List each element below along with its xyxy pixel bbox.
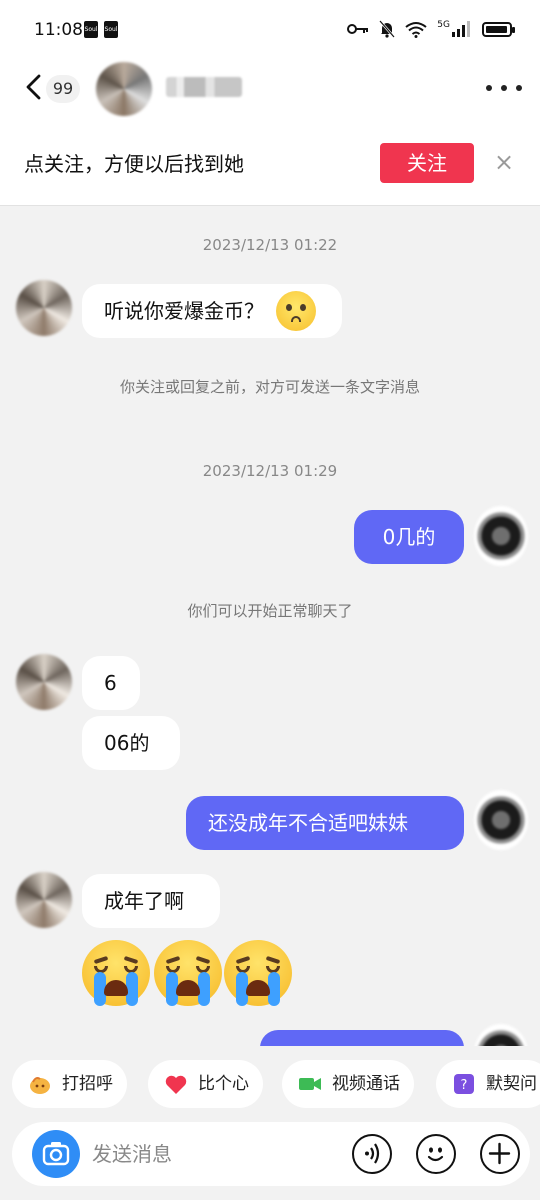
message-bubble-outgoing[interactable]: 还没成年不合适吧妹妹: [186, 796, 464, 850]
quick-action-heart[interactable]: 比个心: [148, 1060, 263, 1108]
loudly-crying-face-emoji: [154, 940, 222, 1006]
message-bubble-incoming[interactable]: 06的: [82, 716, 180, 770]
system-notice: 你们可以开始正常聊天了: [187, 602, 353, 620]
app-badge-icon: Soul: [84, 21, 98, 38]
camera-icon[interactable]: [32, 1130, 80, 1178]
system-notice: 你关注或回复之前，对方可发送一条文字消息: [119, 378, 420, 396]
app-badge-icon: Soul: [104, 21, 118, 38]
message-timestamp: 2023/12/13 01:29: [202, 462, 338, 480]
message-text: 听说你爱爆金币？: [104, 299, 264, 323]
more-icon[interactable]: [486, 76, 522, 100]
quick-actions-bar: 打招呼 比个心 视频通话 ? 默契问: [0, 1046, 540, 1122]
message-input[interactable]: [92, 1136, 342, 1172]
status-time: 11:08: [34, 20, 83, 40]
avatar-other[interactable]: [16, 280, 72, 336]
follow-button[interactable]: 关注: [380, 143, 474, 183]
message-bubble-outgoing[interactable]: 0几的: [354, 510, 464, 564]
quick-action-label: 比个心: [198, 1074, 249, 1094]
loudly-crying-face-emoji: [82, 940, 150, 1006]
network-type: 5G: [437, 20, 450, 30]
message-bubble-incoming[interactable]: 听说你爱爆金币？: [82, 284, 342, 338]
follow-prompt-bar: 点关注，方便以后找到她 关注 ×: [0, 118, 540, 206]
bell-muted-icon: [379, 20, 396, 38]
video-camera-icon: [299, 1078, 321, 1090]
unread-count-badge[interactable]: 99: [46, 75, 80, 103]
key-icon: [347, 24, 369, 34]
signal-icon: [452, 21, 470, 37]
quick-action-label: 视频通话: [332, 1074, 400, 1094]
loudly-crying-face-emoji: [224, 940, 292, 1006]
voice-icon[interactable]: [352, 1134, 392, 1174]
svg-text:?: ?: [461, 1078, 468, 1093]
quick-action-video-call[interactable]: 视频通话: [282, 1060, 414, 1108]
wifi-icon: [405, 21, 427, 38]
battery-icon: [482, 21, 515, 37]
message-bubble-incoming[interactable]: 成年了啊: [82, 874, 220, 928]
question-card-icon: ?: [454, 1074, 474, 1094]
close-icon[interactable]: ×: [490, 148, 518, 176]
contact-avatar[interactable]: [96, 62, 152, 116]
avatar-self[interactable]: [474, 1024, 528, 1046]
pleading-face-emoji: [276, 290, 317, 331]
follow-prompt-text: 点关注，方便以后找到她: [24, 152, 244, 176]
message-timestamp: 2023/12/13 01:22: [202, 236, 338, 254]
wave-hand-icon: [30, 1077, 50, 1094]
contact-name-blurred[interactable]: [166, 77, 242, 97]
quick-action-label: 默契问: [486, 1074, 537, 1094]
quick-action-label: 打招呼: [62, 1074, 113, 1094]
quick-action-greet[interactable]: 打招呼: [12, 1060, 127, 1108]
message-bubble-incoming[interactable]: 6: [82, 656, 140, 710]
back-icon[interactable]: [22, 72, 46, 102]
avatar-self[interactable]: [474, 790, 528, 850]
composer-box: [12, 1122, 530, 1186]
avatar-other[interactable]: [16, 872, 72, 928]
message-list[interactable]: 2023/12/13 01:22 听说你爱爆金币？ 你关注或回复之前，对方可发送…: [0, 206, 540, 1046]
heart-icon: [165, 1075, 187, 1094]
status-icons: 5G: [347, 20, 515, 38]
emoji-icon[interactable]: [416, 1134, 456, 1174]
message-bubble-outgoing-partial[interactable]: [260, 1030, 464, 1046]
status-bar: 11:08 Soul Soul 5G: [0, 0, 540, 56]
avatar-other[interactable]: [16, 654, 72, 710]
quick-action-quiz[interactable]: ? 默契问: [436, 1060, 540, 1108]
composer-bar: [0, 1122, 540, 1200]
avatar-self[interactable]: [474, 506, 528, 566]
chat-header: 99: [0, 56, 540, 118]
plus-icon[interactable]: [480, 1134, 520, 1174]
